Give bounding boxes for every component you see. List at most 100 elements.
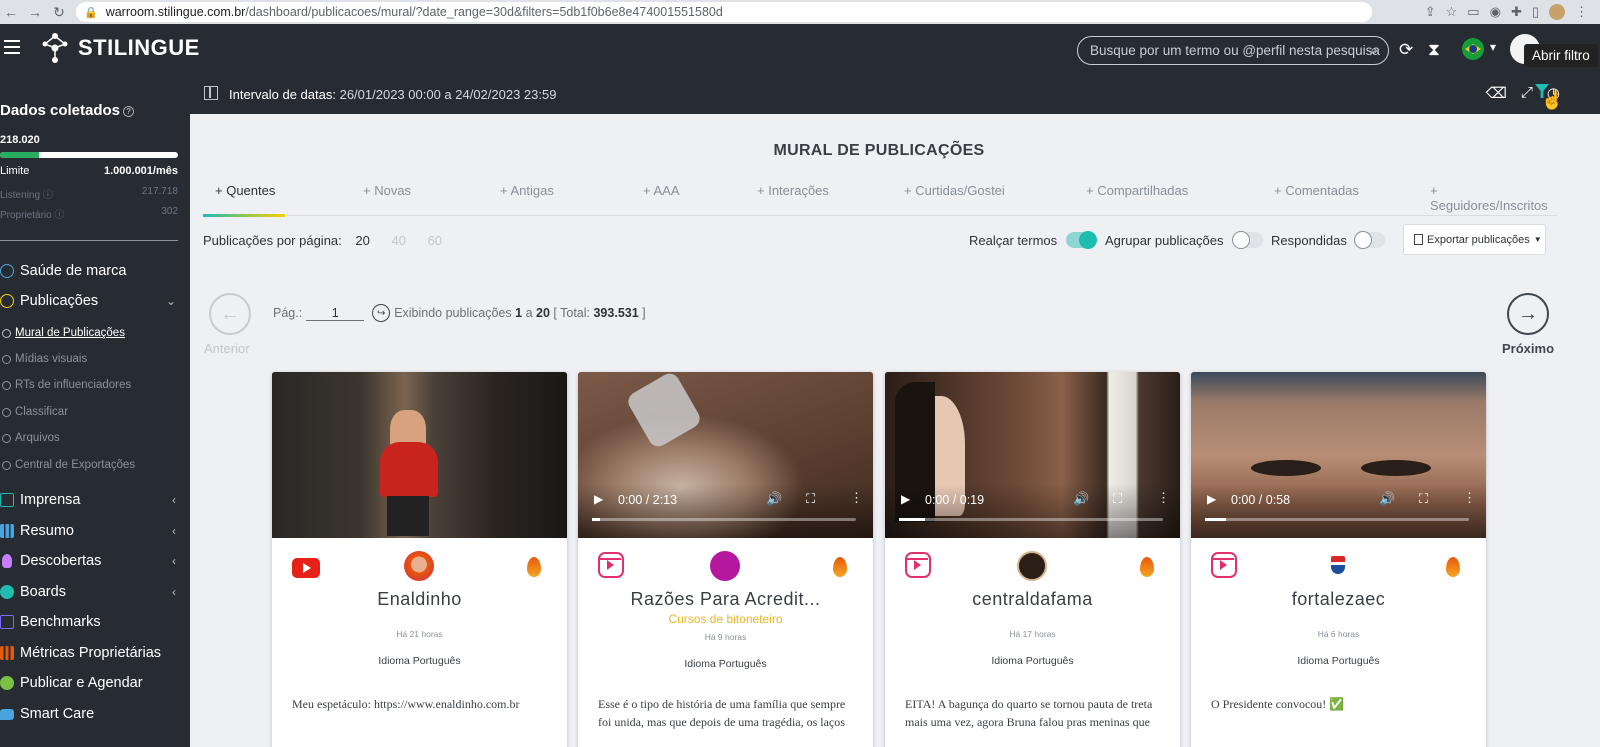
bookmark-star-icon[interactable]: ☆ [1446, 4, 1458, 20]
sidebar-subitem-export-center[interactable]: Central de Exportações [2, 459, 135, 471]
eraser-icon[interactable]: ⌫ [1486, 84, 1507, 102]
video-progress[interactable] [592, 518, 856, 521]
tab-interactions[interactable]: + Interações [757, 183, 829, 198]
info-icon[interactable]: ⓘ [54, 210, 64, 221]
tab-old[interactable]: + Antigas [500, 183, 554, 198]
post-language: Idioma Português [1297, 655, 1380, 667]
page-number-input[interactable] [306, 305, 365, 321]
chevron-down-icon[interactable]: ▾ [1490, 40, 1496, 54]
extension-icon[interactable]: ◉ [1490, 4, 1501, 20]
more-options-icon[interactable]: ⋮ [1157, 490, 1170, 506]
sidebar-subitem-classify[interactable]: Classificar [2, 406, 68, 418]
volume-icon[interactable]: 🔊 [1379, 491, 1395, 507]
group-publications-toggle[interactable] [1232, 231, 1263, 249]
sidebar-item-publications[interactable]: Publicações ⌄ [0, 293, 186, 309]
kebab-menu-icon[interactable]: ⋮ [1575, 4, 1588, 20]
back-icon[interactable]: ← [0, 1, 22, 23]
post-video[interactable]: ▶ 0:00 / 0:58 🔊 ⛶ ⋮ [1191, 372, 1486, 538]
sidebar-item-boards[interactable]: Boards ‹ [0, 584, 186, 600]
publication-card[interactable]: Enaldinho Há 21 horas Idioma Português M… [272, 372, 567, 747]
tab-aaa[interactable]: + AAA [643, 183, 680, 198]
previous-page-button[interactable]: ← [209, 293, 251, 335]
per-page-option-60[interactable]: 60 [428, 233, 442, 248]
sidebar-subitem-files[interactable]: Arquivos [2, 432, 60, 444]
share-icon[interactable]: ⇪ [1425, 4, 1436, 20]
author-name[interactable]: Enaldinho [272, 589, 567, 610]
post-video[interactable]: ▶ 0:00 / 2:13 🔊 ⛶ ⋮ [578, 372, 873, 538]
profile-avatar-icon[interactable] [1549, 4, 1565, 20]
sidebar-item-label: Benchmarks [20, 614, 101, 630]
sidebar-subitem-influencer-rts[interactable]: RTs de influenciadores [2, 379, 131, 391]
go-arrow-icon[interactable]: ↪ [372, 304, 391, 322]
fullscreen-icon[interactable]: ⛶ [806, 491, 815, 507]
forward-icon[interactable]: → [24, 1, 46, 23]
sidebar-item-brand-health[interactable]: Saúde de marca [0, 263, 186, 279]
video-progress[interactable] [899, 518, 1163, 521]
more-options-icon[interactable]: ⋮ [850, 490, 863, 506]
author-name[interactable]: Razões Para Acredit... [578, 589, 873, 610]
hourglass-icon[interactable]: ⧗ [1428, 40, 1440, 60]
sidebar-item-press[interactable]: Imprensa ‹ [0, 492, 186, 508]
highlight-terms-toggle[interactable] [1066, 231, 1097, 249]
sidebar-item-smart-care[interactable]: Smart Care [0, 706, 186, 722]
sidebar-item-summary[interactable]: Resumo ‹ [0, 523, 186, 539]
tab-commented[interactable]: + Comentadas [1274, 183, 1359, 198]
hamburger-menu-icon[interactable] [4, 40, 20, 54]
export-publications-button[interactable]: Exportar publicações ▼ [1403, 224, 1546, 255]
author-name[interactable]: centraldafama [885, 589, 1180, 610]
publication-card[interactable]: ▶ 0:00 / 2:13 🔊 ⛶ ⋮ Razões Para Acredit.… [578, 372, 873, 747]
tab-likes[interactable]: + Curtidas/Gostei [904, 183, 1005, 198]
author-avatar[interactable] [710, 551, 740, 581]
sidebar-subitem-visual-media[interactable]: Mídias visuais [2, 353, 87, 365]
date-range[interactable]: Intervalo de datas: 26/01/2023 00:00 a 2… [229, 87, 556, 102]
puzzle-icon[interactable]: ✚ [1511, 4, 1522, 20]
layout-toggle-icon[interactable] [204, 86, 218, 100]
refresh-icon[interactable]: ⟳ [1399, 40, 1413, 60]
sidebar-subitem-mural[interactable]: Mural de Publicações [2, 327, 125, 339]
volume-icon[interactable]: 🔊 [1073, 491, 1089, 507]
author-avatar[interactable] [1323, 551, 1353, 581]
reload-icon[interactable]: ↻ [48, 1, 70, 23]
search-input[interactable]: Busque por um termo ou @perfil nesta pes… [1077, 36, 1389, 65]
sidebar-item-benchmarks[interactable]: Benchmarks [0, 614, 186, 630]
filter-tooltip: Abrir filtro [1524, 44, 1598, 67]
post-language: Idioma Português [684, 658, 767, 670]
per-page-option-20[interactable]: 20 [355, 233, 369, 248]
play-icon[interactable]: ▶ [594, 492, 603, 506]
info-icon[interactable]: ? [123, 105, 135, 117]
sidebar-item-owned-metrics[interactable]: Métricas Proprietárias [0, 645, 186, 661]
author-avatar[interactable] [404, 551, 434, 581]
author-avatar[interactable] [1017, 551, 1047, 581]
play-icon[interactable]: ▶ [901, 492, 910, 506]
search-icon[interactable]: ⌕ [1370, 42, 1378, 59]
info-icon[interactable]: ⓘ [43, 190, 53, 201]
next-page-button[interactable]: → [1507, 293, 1549, 335]
answered-toggle[interactable] [1354, 231, 1385, 249]
sidebar-item-publish-schedule[interactable]: Publicar e Agendar [0, 675, 186, 691]
play-icon[interactable]: ▶ [1207, 492, 1216, 506]
post-video[interactable]: ▶ 0:00 / 0:19 🔊 ⛶ ⋮ [885, 372, 1180, 538]
publication-card[interactable]: ▶ 0:00 / 0:58 🔊 ⛶ ⋮ fortalezaec Há 6 hor… [1191, 372, 1486, 747]
fullscreen-icon[interactable]: ⛶ [1113, 491, 1122, 507]
tab-hot[interactable]: + Quentes [215, 183, 275, 198]
fullscreen-icon[interactable]: ⛶ [1419, 491, 1428, 507]
brand-logo[interactable]: STILINGUE [42, 32, 200, 64]
tab-new[interactable]: + Novas [363, 183, 411, 198]
cast-icon[interactable]: ▭ [1467, 4, 1479, 20]
more-options-icon[interactable]: ⋮ [1463, 490, 1476, 506]
eye-icon [0, 294, 14, 308]
volume-icon[interactable]: 🔊 [766, 491, 782, 507]
sidebar-item-discoveries[interactable]: Descobertas ‹ [0, 553, 186, 569]
brazil-flag-icon[interactable] [1462, 38, 1484, 60]
per-page-option-40[interactable]: 40 [391, 233, 405, 248]
video-progress[interactable] [1205, 518, 1469, 521]
tab-followers[interactable]: + Seguidores/Inscritos [1430, 183, 1557, 213]
author-name[interactable]: fortalezaec [1191, 589, 1486, 610]
sidepanel-icon[interactable]: ▯ [1532, 4, 1539, 20]
publication-card[interactable]: ▶ 0:00 / 0:19 🔊 ⛶ ⋮ centraldafama Há 17 … [885, 372, 1180, 747]
expand-icon[interactable]: ⤢ [1521, 84, 1533, 102]
post-image[interactable] [272, 372, 567, 538]
tab-shared[interactable]: + Compartilhadas [1086, 183, 1188, 198]
range-start: 1 [515, 306, 523, 320]
address-bar[interactable]: 🔒 warroom.stilingue.com.br/dashboard/pub… [76, 2, 1372, 22]
